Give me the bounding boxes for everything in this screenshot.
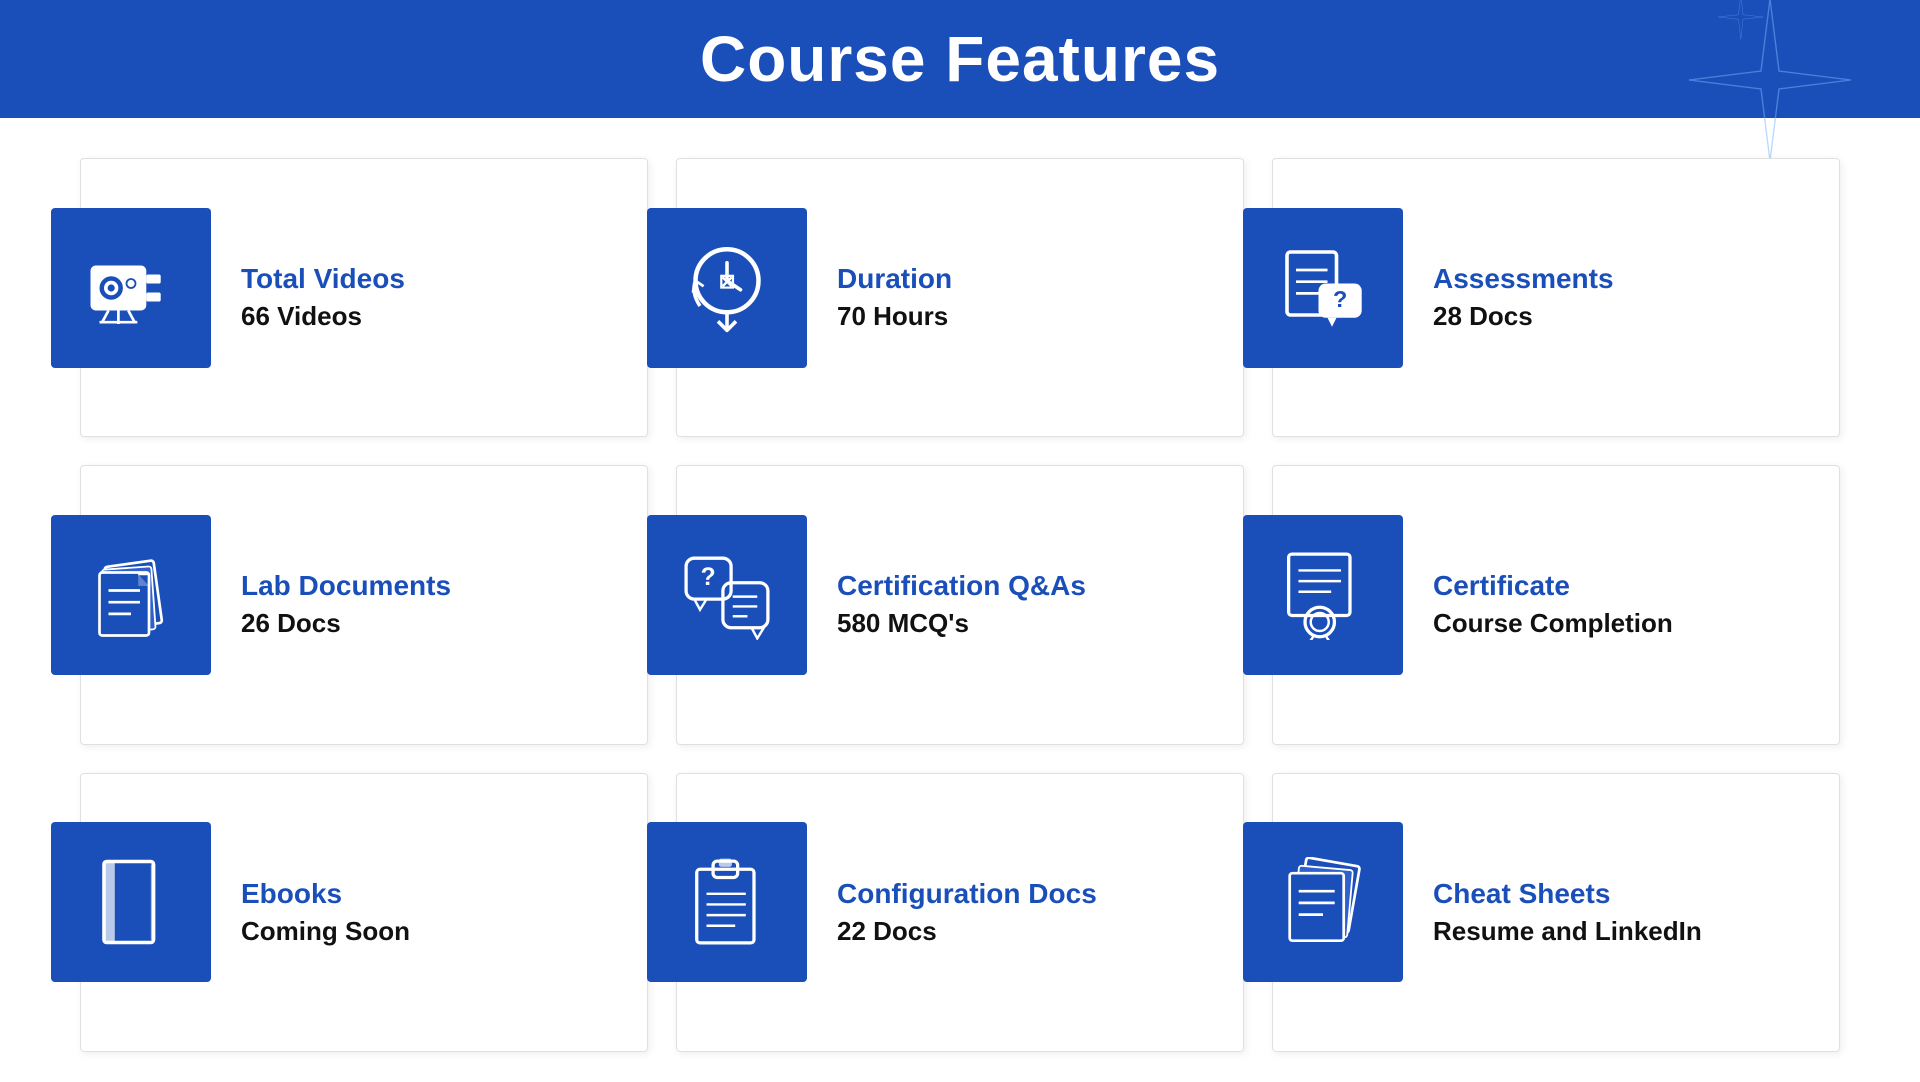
feature-card-lab-documents: Lab Documents 26 Docs [80,465,648,744]
total-videos-icon-box [51,208,211,368]
certification-qas-icon-box: ? [647,515,807,675]
feature-card-duration: ⊠ Duration 70 Hours [676,158,1244,437]
total-videos-text: Total Videos 66 Videos [211,263,405,332]
total-videos-value: 66 Videos [241,301,405,332]
configuration-docs-text: Configuration Docs 22 Docs [807,878,1097,947]
feature-card-ebooks: Ebooks Coming Soon [80,773,648,1052]
duration-text: Duration 70 Hours [807,263,952,332]
configuration-docs-value: 22 Docs [837,916,1097,947]
ebooks-title: Ebooks [241,878,410,910]
page-title: Course Features [0,22,1920,96]
duration-icon-box: ⊠ [647,208,807,368]
duration-title: Duration [837,263,952,295]
assessments-title: Assessments [1433,263,1614,295]
lab-documents-title: Lab Documents [241,570,451,602]
feature-card-configuration-docs: Configuration Docs 22 Docs [676,773,1244,1052]
ebooks-icon-box [51,822,211,982]
feature-card-cheat-sheets: Cheat Sheets Resume and LinkedIn [1272,773,1840,1052]
assessments-icon-box: ? [1243,208,1403,368]
certification-qas-title: Certification Q&As [837,570,1086,602]
assessments-text: Assessments 28 Docs [1403,263,1614,332]
cheat-sheets-title: Cheat Sheets [1433,878,1702,910]
configuration-docs-title: Configuration Docs [837,878,1097,910]
ebooks-text: Ebooks Coming Soon [211,878,410,947]
certification-qas-text: Certification Q&As 580 MCQ's [807,570,1086,639]
svg-text:?: ? [701,564,716,591]
certificate-value: Course Completion [1433,608,1673,639]
feature-card-certificate: Certificate Course Completion [1272,465,1840,744]
lab-documents-icon-box [51,515,211,675]
cheat-sheets-text: Cheat Sheets Resume and LinkedIn [1403,878,1702,947]
lab-documents-text: Lab Documents 26 Docs [211,570,451,639]
lab-documents-value: 26 Docs [241,608,451,639]
duration-value: 70 Hours [837,301,952,332]
configuration-docs-icon-box [647,822,807,982]
certificate-icon-box [1243,515,1403,675]
cheat-sheets-value: Resume and LinkedIn [1433,916,1702,947]
features-grid: Total Videos 66 Videos ⊠ Duration 70 Hours [0,118,1920,1082]
certificate-text: Certificate Course Completion [1403,570,1673,639]
assessments-value: 28 Docs [1433,301,1614,332]
svg-text:⊠: ⊠ [719,271,736,293]
page-header: Course Features [0,0,1920,118]
certification-qas-value: 580 MCQ's [837,608,1086,639]
feature-card-certification-qas: ? Certification Q&As 580 MCQ's [676,465,1244,744]
svg-text:?: ? [1333,286,1347,312]
ebooks-value: Coming Soon [241,916,410,947]
decoration-star [1680,0,1860,170]
feature-card-total-videos: Total Videos 66 Videos [80,158,648,437]
total-videos-title: Total Videos [241,263,405,295]
certificate-title: Certificate [1433,570,1673,602]
feature-card-assessments: ? Assessments 28 Docs [1272,158,1840,437]
cheat-sheets-icon-box [1243,822,1403,982]
